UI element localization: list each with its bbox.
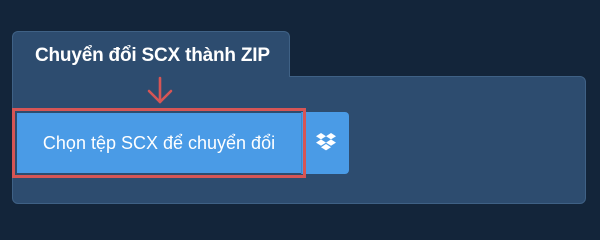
dropbox-button[interactable]	[301, 112, 349, 174]
tab-convert[interactable]: Chuyển đổi SCX thành ZIP	[12, 31, 290, 77]
tab-title: Chuyển đổi SCX thành ZIP	[35, 45, 270, 66]
choose-scx-file-button[interactable]: Chọn tệp SCX để chuyển đổi	[17, 113, 301, 173]
dropbox-icon	[315, 133, 336, 151]
arrow-down-icon	[147, 76, 173, 104]
